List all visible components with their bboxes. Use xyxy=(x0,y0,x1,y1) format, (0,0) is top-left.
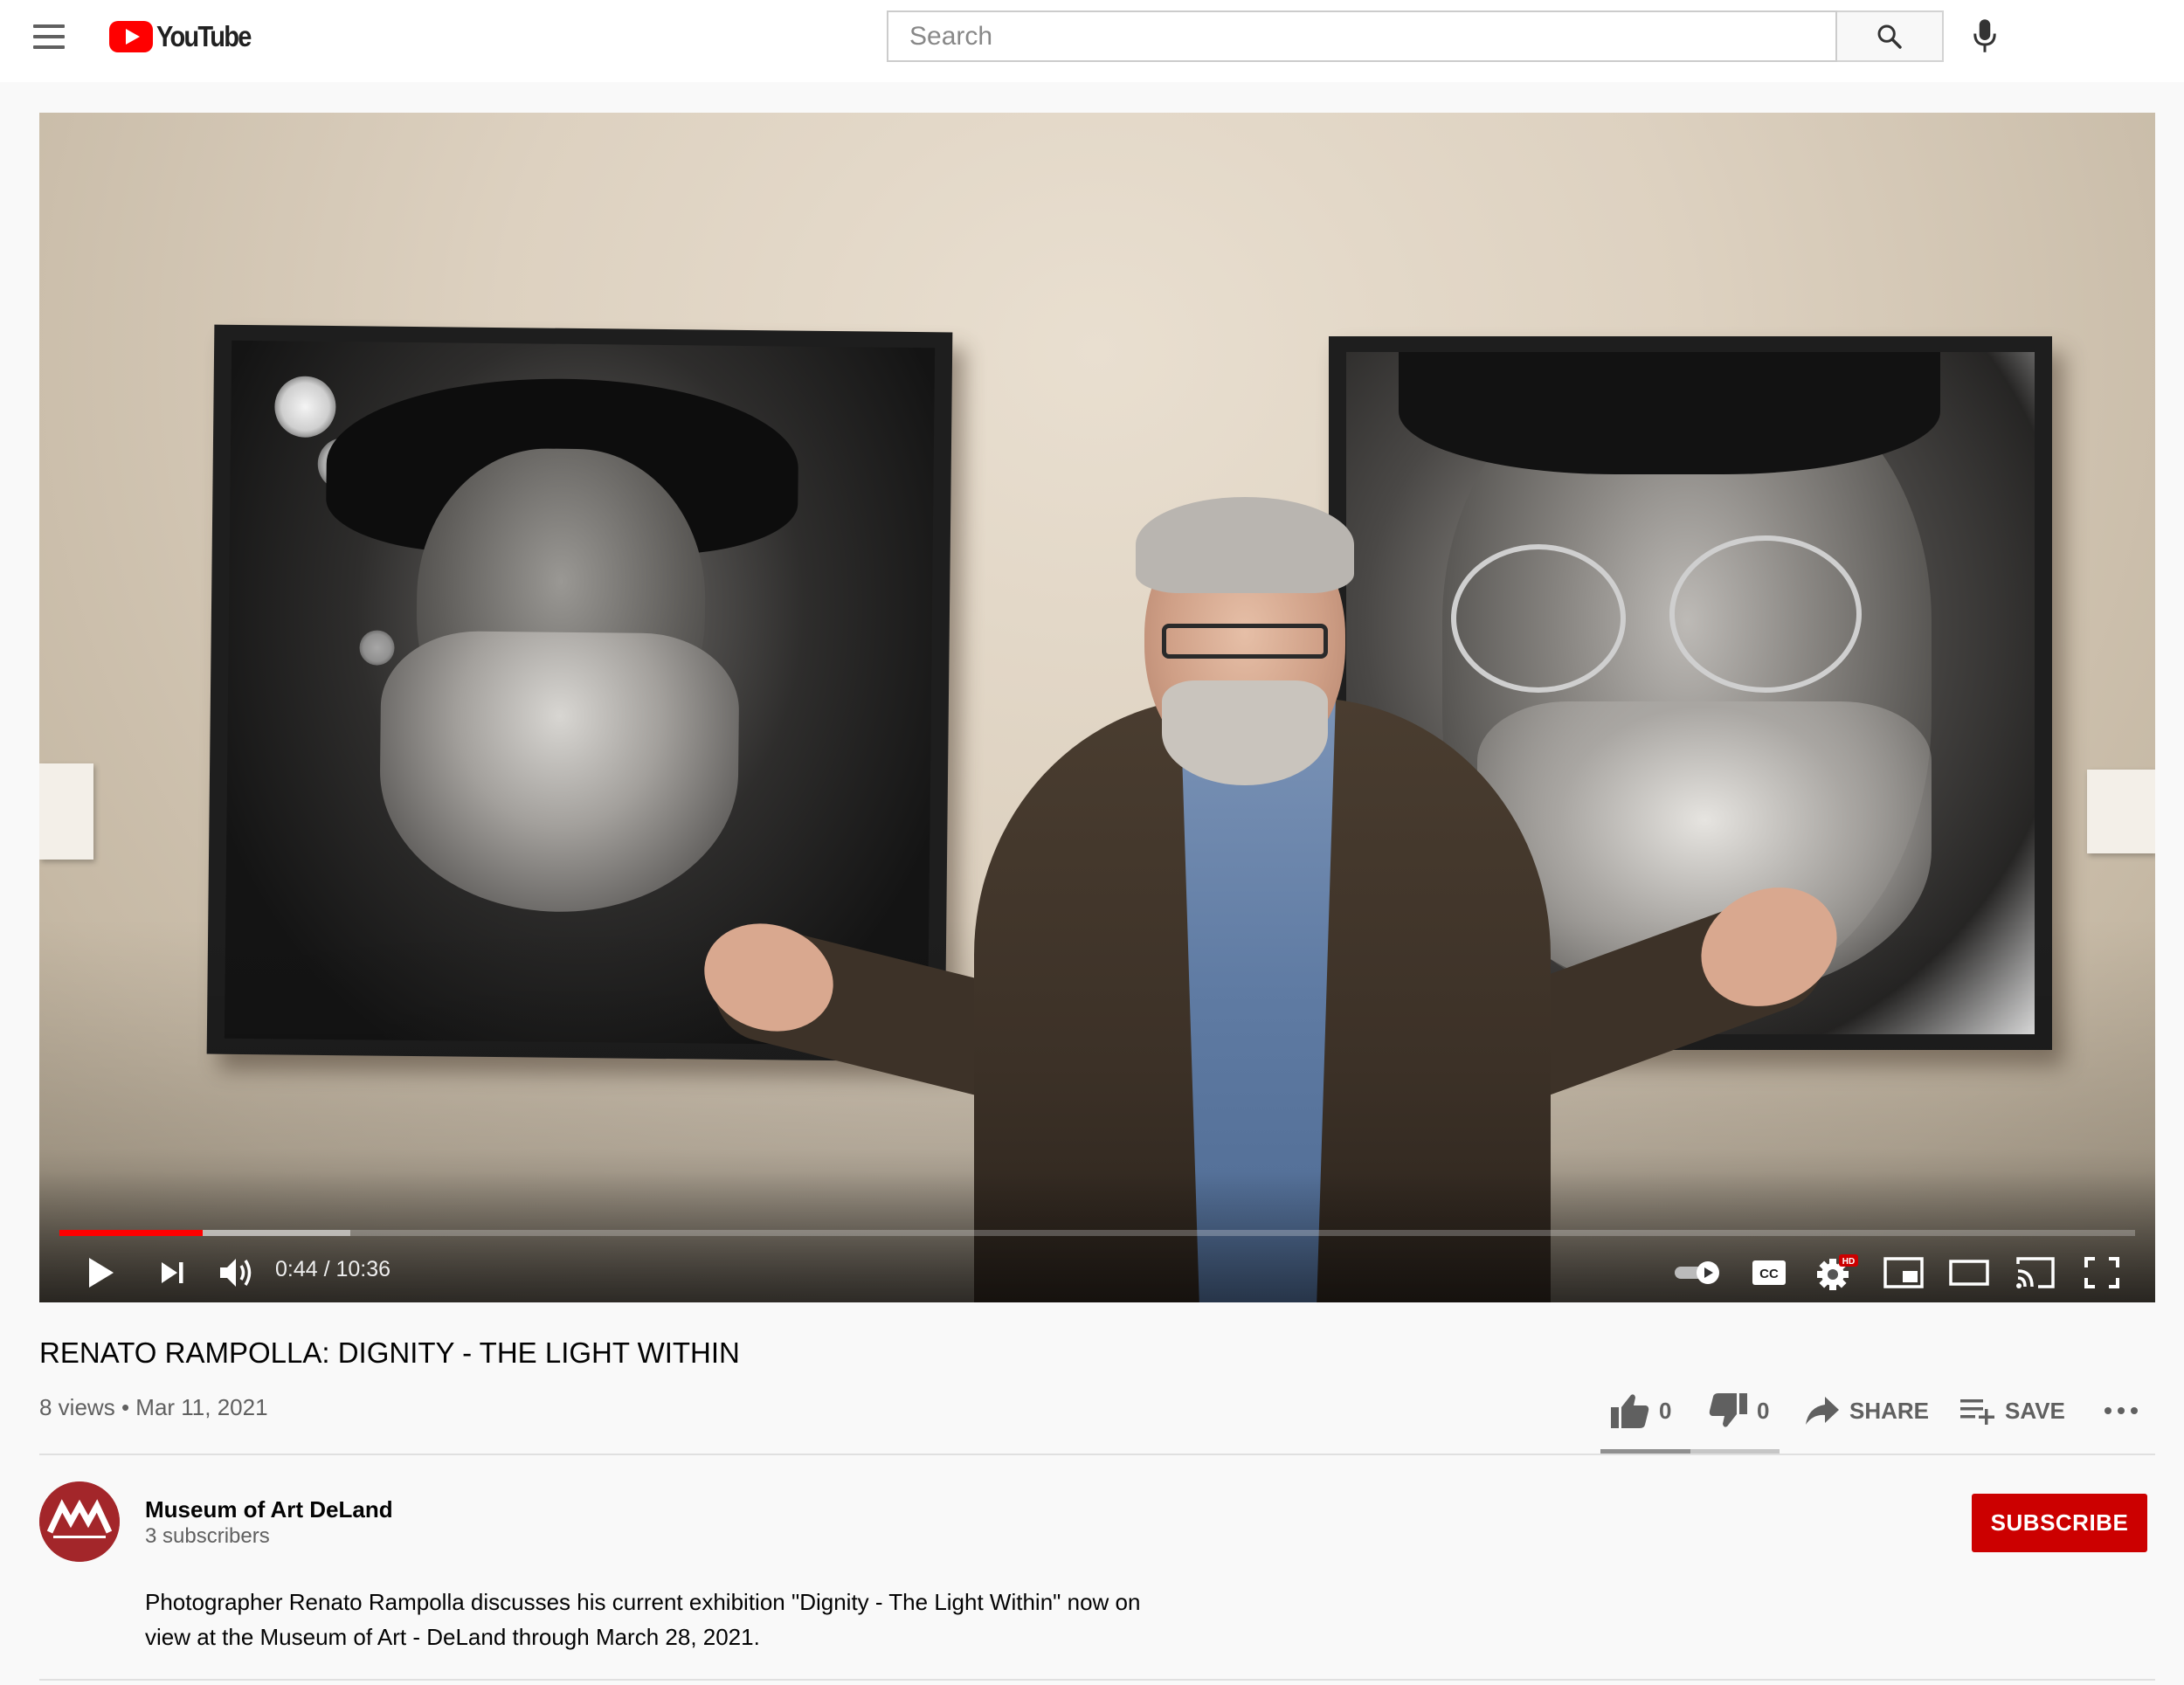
next-button[interactable] xyxy=(146,1246,198,1299)
channel-avatar[interactable] xyxy=(39,1481,120,1562)
miniplayer-icon xyxy=(1883,1257,1924,1288)
youtube-logo[interactable]: YouTube xyxy=(109,19,263,54)
youtube-logo-play-icon xyxy=(109,21,153,52)
progress-played xyxy=(59,1230,203,1236)
search-box xyxy=(887,10,1837,62)
cast-icon xyxy=(2016,1257,2055,1288)
search-input[interactable] xyxy=(909,21,1835,52)
presenter xyxy=(651,401,1874,1302)
dislike-count: 0 xyxy=(1757,1397,1770,1424)
thumbs-down-icon xyxy=(1709,1393,1747,1427)
description-line-2: view at the Museum of Art - DeLand throu… xyxy=(145,1624,760,1650)
search-button[interactable] xyxy=(1837,10,1944,62)
museum-logo-icon xyxy=(39,1481,120,1562)
theater-icon xyxy=(1949,1260,1989,1286)
video-meta: 8 views • Mar 11, 2021 xyxy=(39,1394,268,1421)
video-title: RENATO RAMPOLLA: DIGNITY - THE LIGHT WIT… xyxy=(39,1336,740,1369)
time-display: 0:44 / 10:36 xyxy=(275,1257,391,1281)
share-label: SHARE xyxy=(1849,1397,1930,1424)
channel-name[interactable]: Museum of Art DeLand xyxy=(145,1496,393,1523)
view-count: 8 views xyxy=(39,1394,115,1420)
upload-date: Mar 11, 2021 xyxy=(135,1394,268,1420)
captions-icon: CC xyxy=(1752,1260,1786,1285)
play-button[interactable] xyxy=(74,1246,127,1299)
search-icon xyxy=(1877,24,1902,49)
fullscreen-icon xyxy=(2084,1257,2119,1288)
captions-button[interactable]: CC xyxy=(1743,1246,1795,1299)
voice-search-button[interactable] xyxy=(1966,16,2004,56)
video-description: Photographer Renato Rampolla discusses h… xyxy=(145,1585,1193,1654)
volume-button[interactable] xyxy=(210,1246,266,1299)
like-count: 0 xyxy=(1659,1397,1672,1424)
hd-badge: HD xyxy=(1842,1257,1855,1267)
theater-mode-button[interactable] xyxy=(1942,1246,1996,1299)
youtube-logo-text: YouTube xyxy=(156,20,252,52)
svg-text:CC: CC xyxy=(1759,1267,1779,1281)
autoplay-toggle[interactable] xyxy=(1669,1246,1727,1299)
volume-icon xyxy=(220,1259,252,1287)
save-button[interactable]: SAVE xyxy=(1959,1389,2065,1433)
more-horizontal-icon xyxy=(2105,1407,2138,1414)
video-player[interactable]: 0:44 / 10:36 CC HD xyxy=(39,113,2155,1302)
wall-label-left xyxy=(39,763,93,860)
wall-label-right xyxy=(2087,770,2155,853)
miniplayer-button[interactable] xyxy=(1877,1246,1930,1299)
next-icon xyxy=(162,1262,183,1283)
thumbs-up-icon xyxy=(1611,1394,1649,1428)
more-actions-button[interactable] xyxy=(2104,1389,2147,1433)
settings-button[interactable]: HD xyxy=(1811,1246,1863,1299)
info-divider xyxy=(39,1454,2155,1455)
fullscreen-button[interactable] xyxy=(2075,1246,2129,1299)
settings-icon: HD xyxy=(1817,1254,1858,1290)
dislike-button[interactable]: 0 xyxy=(1708,1389,1769,1433)
autoplay-toggle-icon xyxy=(1675,1261,1719,1284)
menu-icon[interactable] xyxy=(33,24,66,51)
cast-button[interactable] xyxy=(2008,1246,2063,1299)
like-button[interactable]: 0 xyxy=(1610,1389,1671,1433)
share-button[interactable]: SHARE xyxy=(1804,1389,1929,1433)
meta-separator: • xyxy=(121,1394,130,1420)
description-divider xyxy=(39,1679,2155,1681)
subscriber-count: 3 subscribers xyxy=(145,1524,270,1548)
subscribe-button[interactable]: SUBSCRIBE xyxy=(1972,1494,2147,1552)
play-icon xyxy=(89,1258,114,1288)
masthead: YouTube xyxy=(0,0,2184,82)
save-label: SAVE xyxy=(2005,1397,2065,1424)
add-to-playlist-icon xyxy=(1960,1399,1994,1425)
mic-icon xyxy=(1973,19,1996,52)
description-line-1: Photographer Renato Rampolla discusses h… xyxy=(145,1589,1141,1615)
progress-bar[interactable] xyxy=(59,1230,2135,1236)
share-icon xyxy=(1806,1397,1839,1425)
